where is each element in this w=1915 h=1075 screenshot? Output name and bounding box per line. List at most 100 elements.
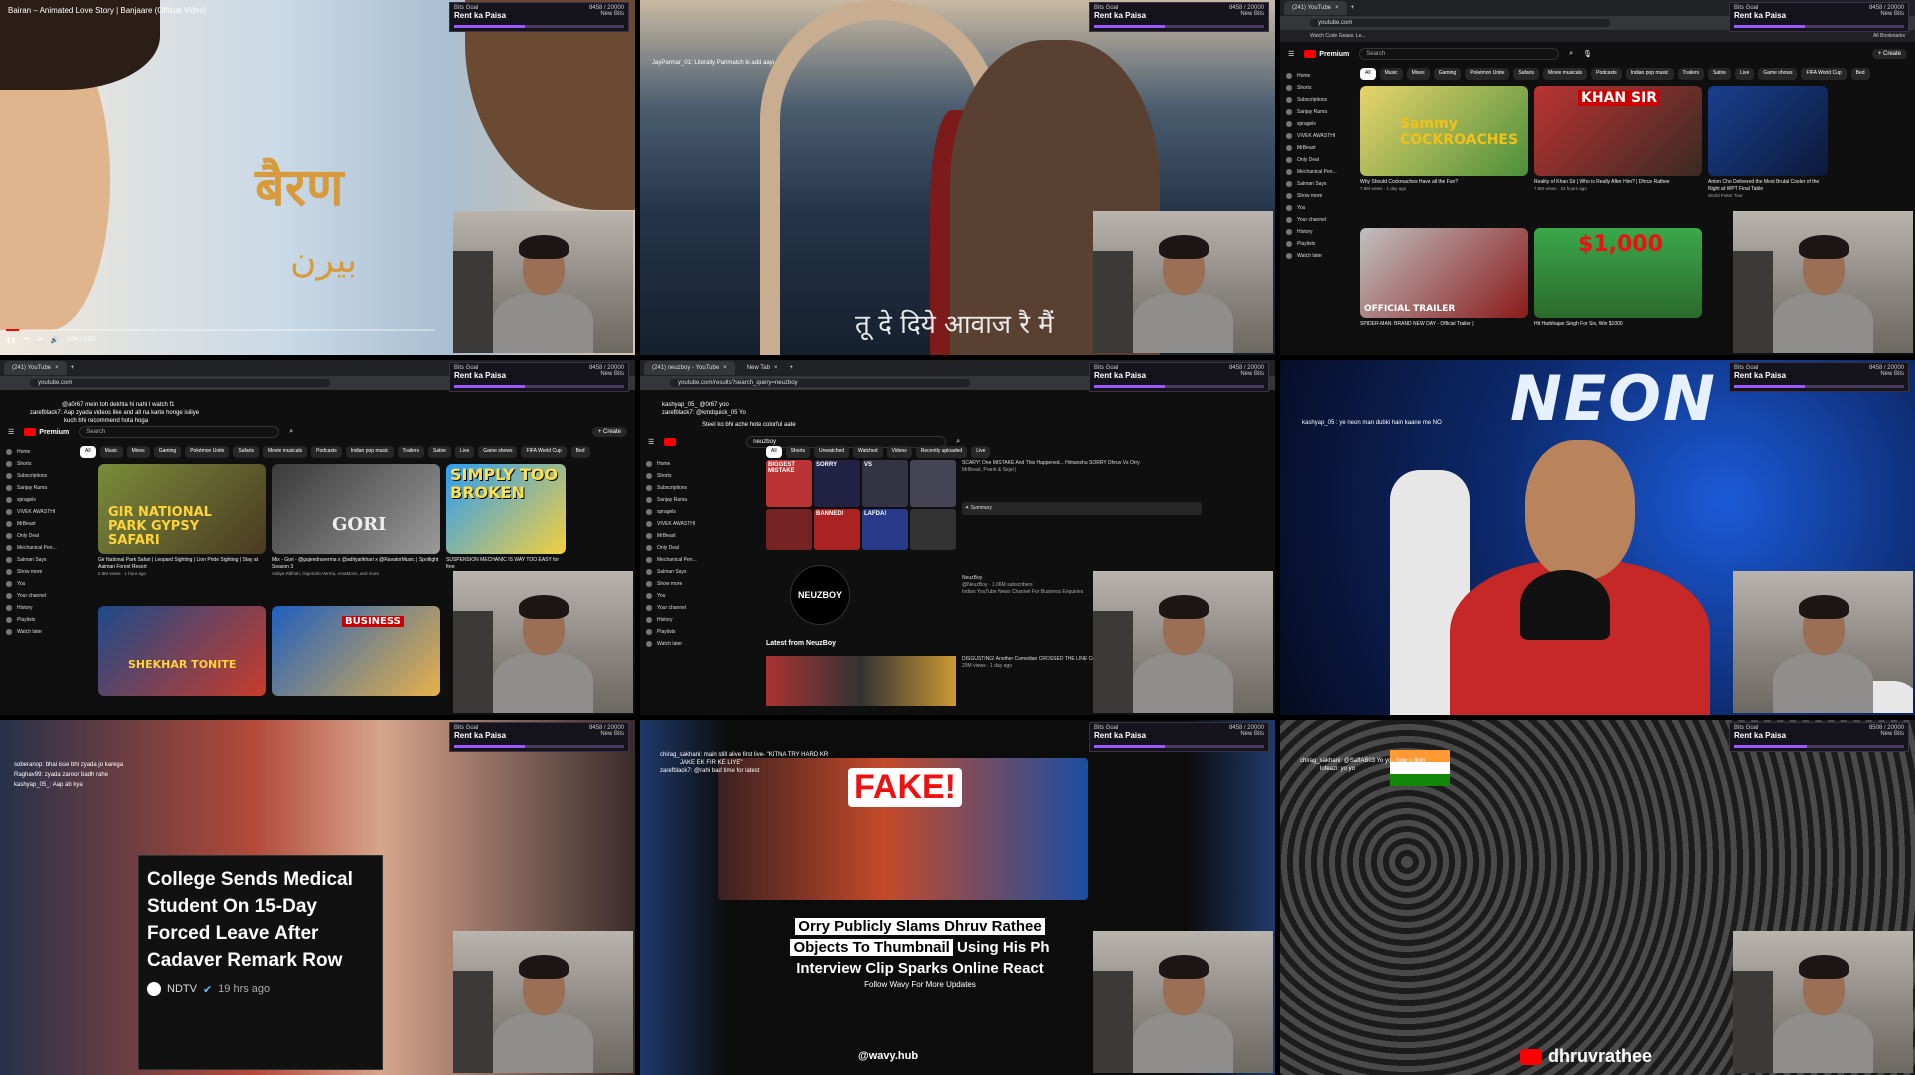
filter-chip[interactable]: Trailers bbox=[397, 446, 425, 458]
latest-thumbnail[interactable] bbox=[766, 656, 956, 706]
url-field[interactable]: youtube.com/results?search_query=neuzboy bbox=[670, 379, 970, 387]
filter-chip[interactable]: FIFA World Cup bbox=[1801, 68, 1847, 80]
video-title[interactable]: Anton Cho Delivered the Most Brutal Cool… bbox=[1708, 179, 1828, 193]
sidebar-item[interactable]: VIVEK AWASTHI bbox=[1286, 130, 1350, 142]
video-thumbnail[interactable] bbox=[1708, 86, 1828, 176]
url-field[interactable]: youtube.com bbox=[1310, 19, 1610, 27]
filter-chip[interactable]: All bbox=[1360, 68, 1376, 80]
search-icon[interactable]: ⌕ bbox=[956, 438, 960, 446]
sidebar-item[interactable]: Subscriptions bbox=[646, 482, 710, 494]
sidebar-item[interactable]: You bbox=[1286, 202, 1350, 214]
search-icon[interactable]: ⌕ bbox=[1569, 50, 1573, 58]
sidebar-item[interactable]: Mechanical Pen... bbox=[1286, 166, 1350, 178]
all-bookmarks[interactable]: All Bookmarks bbox=[1873, 33, 1905, 39]
previous-icon[interactable]: ⏮ bbox=[24, 337, 29, 344]
video-card[interactable]: GORI Mix - Gori - @gajendraverma x @adit… bbox=[272, 464, 440, 576]
filter-chip[interactable]: Podcasts bbox=[1591, 68, 1622, 80]
sidebar-item[interactable]: Show more bbox=[6, 566, 70, 578]
video-title[interactable]: Mix - Gori - @gajendraverma x @adityarik… bbox=[272, 557, 440, 571]
sidebar-item[interactable]: Shorts bbox=[646, 470, 710, 482]
sidebar-item[interactable]: History bbox=[1286, 226, 1350, 238]
video-thumbnail[interactable]: BUSINESS bbox=[272, 606, 440, 696]
filter-chip[interactable]: Satire bbox=[1708, 68, 1732, 80]
video-card[interactable]: Sammy COCKROACHES Why Should Cockroaches… bbox=[1360, 86, 1528, 191]
close-icon[interactable]: × bbox=[723, 365, 727, 371]
video-card[interactable]: $1,000 Hit Harbhajan Singh For Six, Win … bbox=[1534, 228, 1702, 328]
sidebar-item[interactable]: Home bbox=[1286, 70, 1350, 82]
video-title[interactable]: Hit Harbhajan Singh For Six, Win $1000 bbox=[1534, 321, 1702, 328]
sidebar-item[interactable]: Mechanical Pen... bbox=[6, 542, 70, 554]
sidebar-item[interactable]: Subscriptions bbox=[1286, 94, 1350, 106]
video-title[interactable]: Why Should Cockroaches Have all the Fun? bbox=[1360, 179, 1528, 186]
filter-chip[interactable]: All bbox=[766, 446, 782, 458]
filter-chip[interactable]: Mixes bbox=[1406, 68, 1430, 80]
result-title[interactable]: SCARY! One MISTAKE And This Happened... … bbox=[962, 460, 1212, 467]
sidebar-item[interactable]: Only Deal bbox=[646, 542, 710, 554]
filter-chip[interactable]: Bed bbox=[570, 446, 590, 458]
close-icon[interactable]: × bbox=[1335, 5, 1339, 11]
create-button[interactable]: + Create bbox=[1871, 49, 1907, 59]
filter-chip[interactable]: All bbox=[80, 446, 96, 458]
tab-new[interactable]: New Tab × bbox=[738, 361, 786, 375]
youtube-logo[interactable] bbox=[664, 438, 677, 446]
filter-chip[interactable]: Gaming bbox=[1433, 68, 1462, 80]
video-title[interactable]: Reality of Khan Sir | Who is Really Afte… bbox=[1534, 179, 1702, 186]
tab-youtube-search[interactable]: (241) neuzboy - YouTube × bbox=[644, 361, 735, 375]
sidebar-item[interactable]: Your channel bbox=[6, 590, 70, 602]
news-card[interactable]: College Sends Medical Student On 15-Day … bbox=[138, 855, 383, 1070]
video-thumbnail[interactable]: SIMPLY TOO BROKEN bbox=[446, 464, 566, 554]
sidebar-item[interactable]: VIVEK AWASTHI bbox=[6, 506, 70, 518]
sidebar-item[interactable]: VIVEK AWASTHI bbox=[646, 518, 710, 530]
filter-chip[interactable]: Movie musicals bbox=[1542, 68, 1588, 80]
create-button[interactable]: + Create bbox=[591, 427, 627, 437]
filter-chip[interactable]: Live bbox=[455, 446, 475, 458]
filter-chip[interactable]: Music bbox=[99, 446, 123, 458]
sidebar-item[interactable]: spragels bbox=[6, 494, 70, 506]
video-card[interactable]: GIR NATIONAL PARK GYPSY SAFARI Gir Natio… bbox=[98, 464, 266, 576]
sidebar-item[interactable]: Only Deal bbox=[1286, 154, 1350, 166]
filter-chip[interactable]: Mixes bbox=[126, 446, 150, 458]
sidebar-item[interactable]: Show more bbox=[646, 578, 710, 590]
filter-chip[interactable]: Safaris bbox=[1513, 68, 1539, 80]
filter-chip[interactable]: Podcasts bbox=[311, 446, 342, 458]
sidebar-item[interactable]: Sanjay Rama bbox=[646, 494, 710, 506]
sidebar-item[interactable]: Playlists bbox=[1286, 238, 1350, 250]
sidebar-item[interactable]: Your channel bbox=[646, 602, 710, 614]
video-card[interactable]: SHEKHAR TONITE bbox=[98, 606, 266, 696]
sidebar-item[interactable]: Subscriptions bbox=[6, 470, 70, 482]
sidebar-item[interactable]: Shorts bbox=[6, 458, 70, 470]
sidebar-item[interactable]: Playlists bbox=[6, 614, 70, 626]
sidebar-item[interactable]: Salman Says bbox=[6, 554, 70, 566]
sidebar-item[interactable]: Mechanical Pen... bbox=[646, 554, 710, 566]
close-icon[interactable]: × bbox=[774, 365, 778, 371]
sidebar-item[interactable]: You bbox=[646, 590, 710, 602]
filter-chip[interactable]: Live bbox=[1735, 68, 1755, 80]
video-thumbnail[interactable]: $1,000 bbox=[1534, 228, 1702, 318]
filter-chip[interactable]: Watched bbox=[853, 446, 883, 458]
filter-chip[interactable]: Safaris bbox=[233, 446, 259, 458]
sidebar-item[interactable]: Only Deal bbox=[6, 530, 70, 542]
new-tab-icon[interactable]: + bbox=[71, 365, 75, 371]
filter-chip[interactable]: Pokémon Unite bbox=[185, 446, 230, 458]
next-icon[interactable]: ⏭ bbox=[37, 337, 42, 344]
filter-chip[interactable]: Trailers bbox=[1677, 68, 1705, 80]
filter-chip[interactable]: Pokémon Unite bbox=[1465, 68, 1510, 80]
sidebar-item[interactable]: Home bbox=[646, 458, 710, 470]
menu-icon[interactable]: ☰ bbox=[8, 428, 14, 436]
search-result-thumbnail[interactable]: BIGGEST MISTAKE SORRY VS BANNED! LAFDA! bbox=[766, 460, 956, 550]
tab-youtube[interactable]: (241) YouTube × bbox=[1284, 1, 1347, 15]
filter-chip[interactable]: Music bbox=[1379, 68, 1403, 80]
filter-chip[interactable]: Satire bbox=[428, 446, 452, 458]
filter-chip[interactable]: Indian pop music bbox=[1625, 68, 1674, 80]
sidebar-item[interactable]: Playlists bbox=[646, 626, 710, 638]
sidebar-item[interactable]: Watch later bbox=[6, 626, 70, 638]
youtube-logo[interactable]: Premium bbox=[24, 428, 69, 436]
youtube-logo[interactable]: Premium bbox=[1304, 50, 1349, 58]
filter-chip[interactable]: Bed bbox=[1850, 68, 1870, 80]
filter-chip[interactable]: FIFA World Cup bbox=[521, 446, 567, 458]
sidebar-item[interactable]: Shorts bbox=[1286, 82, 1350, 94]
sidebar-item[interactable]: Sanjay Rama bbox=[1286, 106, 1350, 118]
sidebar-item[interactable]: Watch later bbox=[1286, 250, 1350, 262]
search-input[interactable]: Search bbox=[1359, 48, 1560, 60]
menu-icon[interactable]: ☰ bbox=[648, 438, 654, 446]
